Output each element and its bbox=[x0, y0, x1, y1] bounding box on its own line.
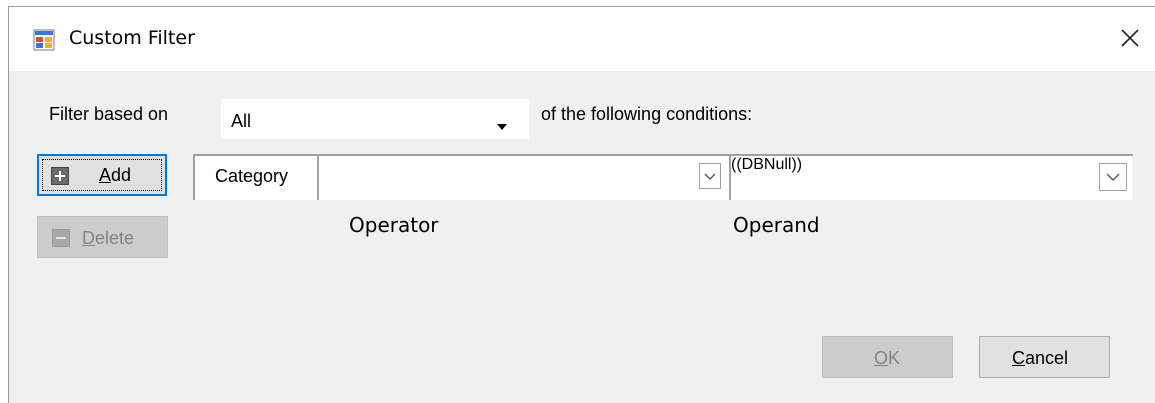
operand-dropdown[interactable]: ((DBNull)) bbox=[731, 156, 1133, 200]
chevron-down-icon bbox=[1106, 173, 1120, 181]
add-button-label: Add bbox=[99, 165, 132, 185]
operand-caption: Operand bbox=[733, 213, 820, 237]
operator-dropdown-button[interactable] bbox=[699, 163, 721, 189]
filter-based-on-label: Filter based on bbox=[49, 104, 169, 124]
operator-dropdown[interactable] bbox=[319, 156, 727, 200]
delete-button-label: Delete bbox=[82, 228, 135, 248]
ok-button[interactable]: OK bbox=[822, 336, 953, 378]
app-window-icon bbox=[33, 29, 55, 51]
ok-button-label: OK bbox=[874, 348, 901, 368]
cancel-button[interactable]: Cancel bbox=[979, 336, 1110, 378]
close-icon bbox=[1121, 29, 1139, 47]
plus-icon bbox=[51, 167, 69, 190]
operand-value: ((DBNull)) bbox=[731, 156, 803, 173]
chevron-down-icon bbox=[704, 173, 716, 180]
conditions-suffix-label: of the following conditions: bbox=[541, 104, 753, 124]
title-bar: Custom Filter bbox=[9, 7, 1155, 71]
close-button[interactable] bbox=[1106, 7, 1155, 71]
custom-filter-dialog: Custom Filter Filter based on All of the… bbox=[8, 6, 1155, 403]
dropdown-arrow-icon bbox=[497, 117, 507, 135]
field-cell[interactable]: Category bbox=[195, 156, 319, 200]
condition-row: Category ((DBNull)) bbox=[193, 154, 1133, 200]
filter-mode-dropdown[interactable]: All bbox=[221, 99, 529, 139]
field-name: Category bbox=[215, 166, 289, 186]
delete-button[interactable]: Delete bbox=[37, 216, 168, 258]
filter-mode-value: All bbox=[231, 111, 252, 131]
operand-dropdown-button[interactable] bbox=[1099, 163, 1127, 191]
window-title: Custom Filter bbox=[69, 27, 195, 49]
add-button[interactable]: Add bbox=[37, 154, 167, 196]
cancel-button-label: Cancel bbox=[1012, 348, 1069, 368]
minus-icon bbox=[52, 229, 70, 252]
operator-caption: Operator bbox=[349, 213, 439, 237]
